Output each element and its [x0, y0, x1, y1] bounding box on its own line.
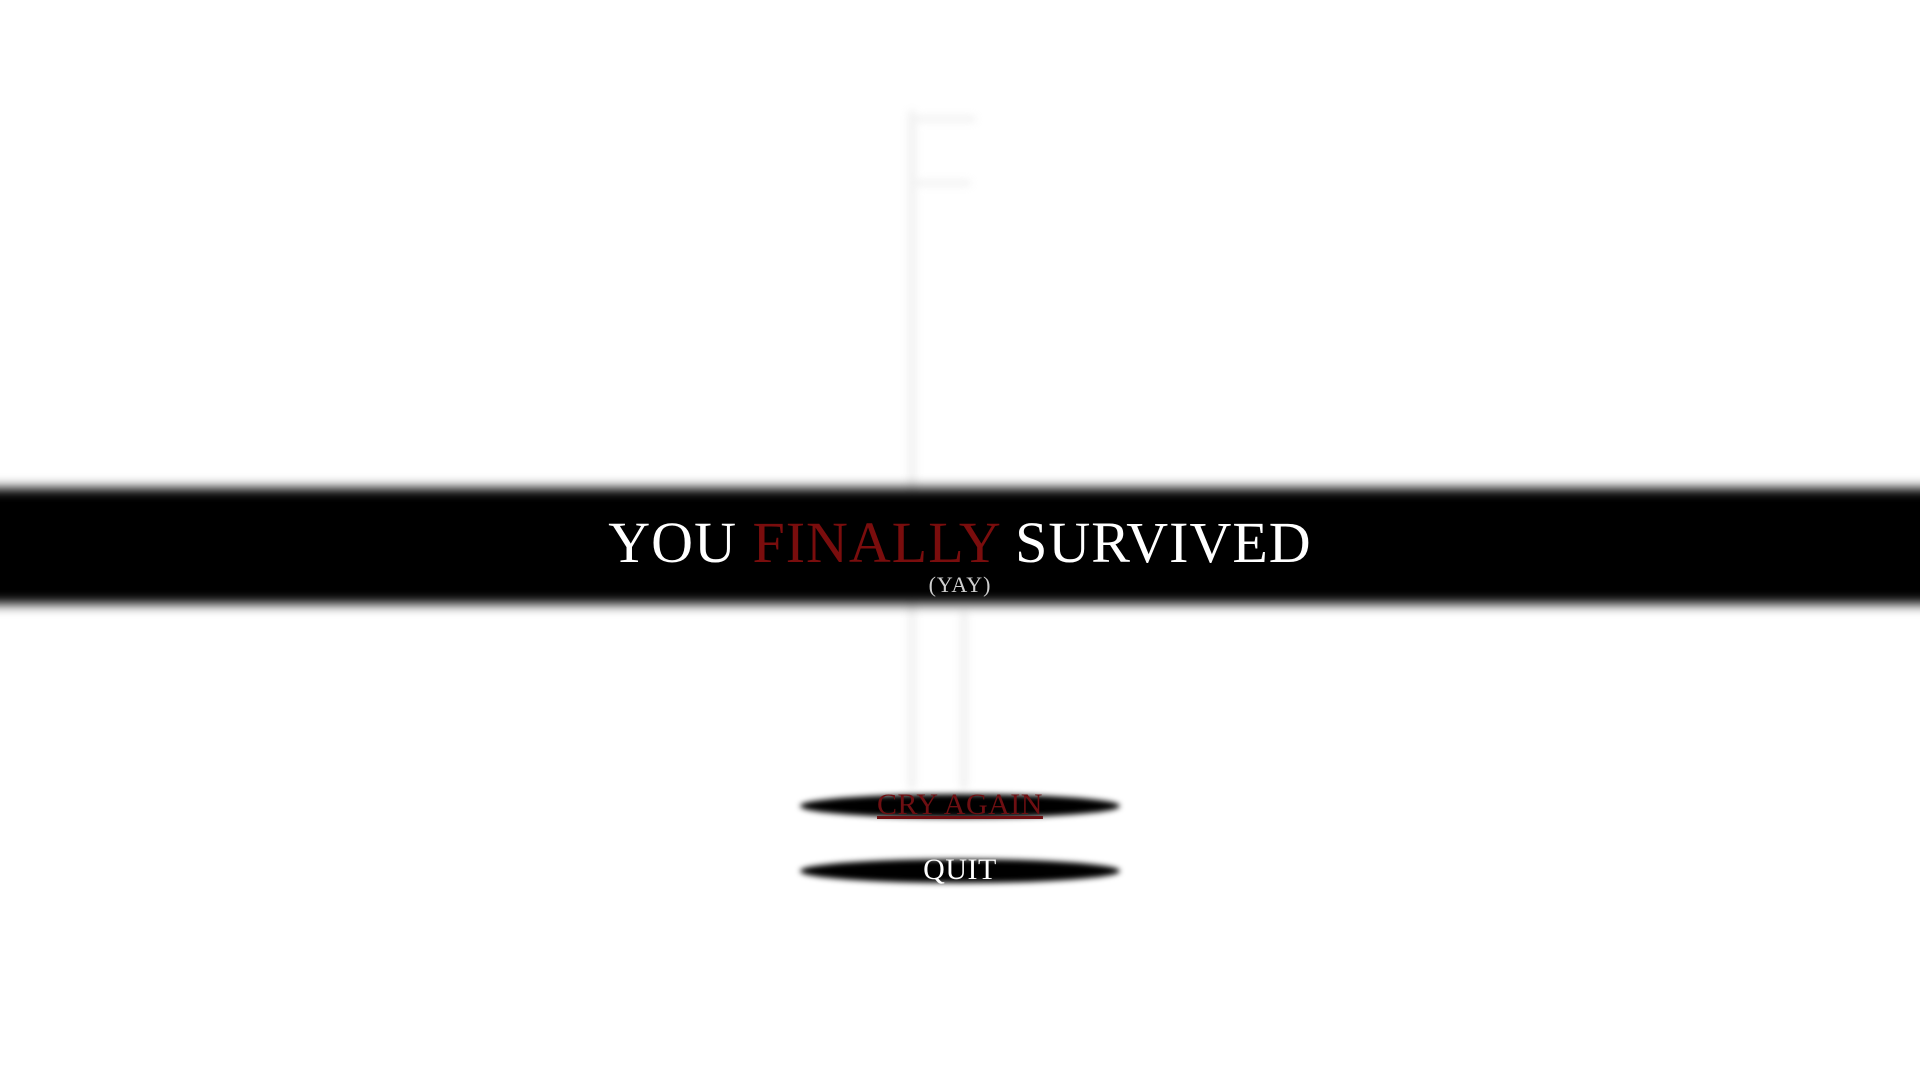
- quit-button[interactable]: QUIT: [790, 853, 1130, 887]
- banner-content: YOU FINALLY SURVIVED (YAY): [0, 488, 1920, 604]
- cry-again-label: CRY AGAIN: [877, 788, 1043, 821]
- subtitle: (YAY): [928, 572, 992, 597]
- headline-word-finally: FINALLY: [752, 510, 1000, 575]
- headline-word-you: YOU: [608, 510, 737, 575]
- cry-again-button[interactable]: CRY AGAIN: [790, 788, 1130, 822]
- game-over-screen: YOU FINALLY SURVIVED (YAY) CRY AGAIN QUI…: [0, 0, 1920, 1080]
- background-figure: [900, 110, 1010, 790]
- headline: YOU FINALLY SURVIVED: [0, 510, 1920, 576]
- quit-label: QUIT: [923, 853, 997, 886]
- headline-word-survived: SURVIVED: [1015, 510, 1312, 575]
